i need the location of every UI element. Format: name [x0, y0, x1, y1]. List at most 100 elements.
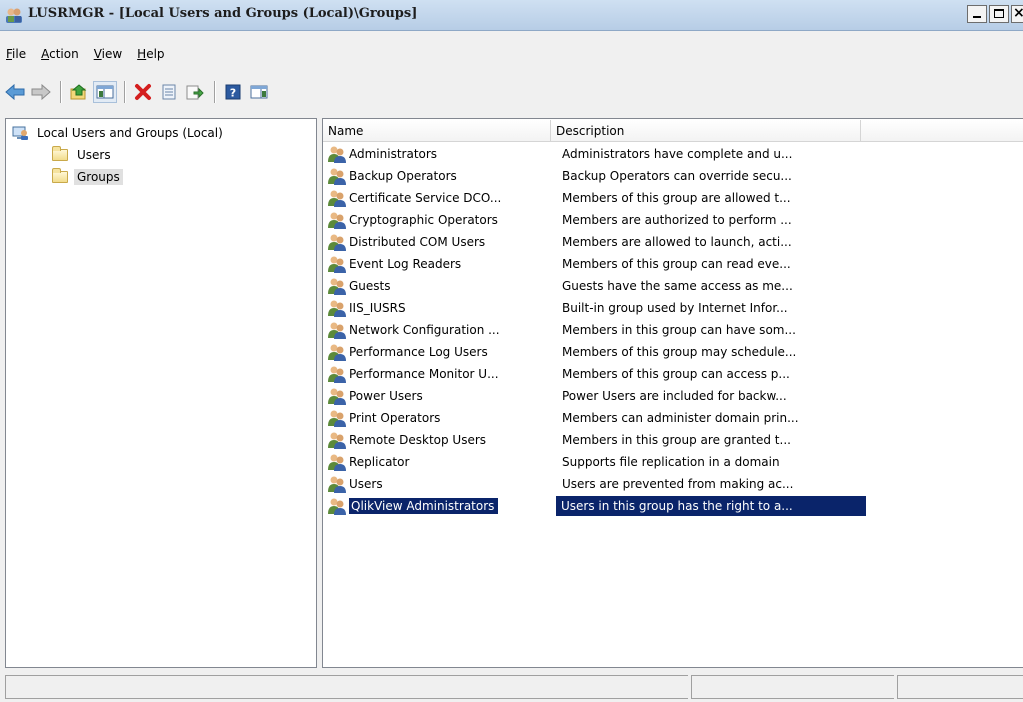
show-hide-console-tree-button[interactable] — [93, 81, 117, 103]
help-button[interactable]: ? — [221, 81, 245, 103]
list-item-description: Members of this group can read eve... — [562, 257, 791, 271]
list-item[interactable]: Network Configuration ... Members in thi… — [323, 319, 1023, 341]
folder-icon — [52, 146, 68, 161]
group-icon — [328, 454, 346, 471]
menu-view[interactable]: View — [88, 47, 131, 61]
group-icon — [328, 410, 346, 427]
list-item[interactable]: Remote Desktop Users Members in this gro… — [323, 429, 1023, 451]
column-header-empty[interactable] — [861, 120, 1023, 142]
list-item-description: Users in this group has the right to a..… — [556, 496, 866, 516]
list-item[interactable]: Replicator Supports file replication in … — [323, 451, 1023, 473]
list-item[interactable]: Administrators Administrators have compl… — [323, 143, 1023, 165]
list-item[interactable]: Users Users are prevented from making ac… — [323, 473, 1023, 495]
list-item[interactable]: Performance Monitor U... Members of this… — [323, 363, 1023, 385]
maximize-icon — [994, 9, 1004, 18]
properties-button[interactable] — [157, 81, 181, 103]
status-cell-3 — [897, 675, 1023, 699]
action-pane-icon — [250, 85, 268, 99]
group-icon — [328, 212, 346, 229]
show-hide-console-tree-icon — [96, 85, 114, 99]
list-item-name: Performance Monitor U... — [349, 367, 499, 381]
list-item[interactable]: Certificate Service DCO... Members of th… — [323, 187, 1023, 209]
list-item[interactable]: IIS_IUSRS Built-in group used by Interne… — [323, 297, 1023, 319]
menu-file-label: ile — [12, 47, 27, 61]
menu-view-label: iew — [101, 47, 123, 61]
column-header-name[interactable]: Name — [323, 120, 551, 142]
list-item[interactable]: Performance Log Users Members of this gr… — [323, 341, 1023, 363]
list-item-name: Users — [349, 477, 383, 491]
list-item-name: QlikView Administrators — [349, 498, 499, 514]
list-item-description: Backup Operators can override secu... — [562, 169, 792, 183]
column-header-description[interactable]: Description — [551, 120, 861, 142]
list-item-description: Members are allowed to launch, acti... — [562, 235, 792, 249]
properties-icon — [162, 84, 176, 100]
list-item-name-cell: Performance Monitor U... — [323, 365, 556, 383]
list-item[interactable]: QlikView Administrators Users in this gr… — [323, 495, 1023, 517]
list-item[interactable]: Event Log Readers Members of this group … — [323, 253, 1023, 275]
group-icon — [328, 498, 346, 515]
delete-button[interactable] — [131, 81, 155, 103]
toolbar-separator — [124, 81, 126, 103]
list-item-name-cell: Remote Desktop Users — [323, 431, 556, 449]
group-icon — [328, 256, 346, 273]
maximize-button[interactable] — [989, 5, 1009, 23]
tree-root-label: Local Users and Groups (Local) — [37, 126, 223, 140]
toolbar: ? — [0, 77, 1023, 107]
close-icon: × — [1013, 5, 1023, 21]
list-item-name-cell: Print Operators — [323, 409, 556, 427]
lusrmgr-window: LUSRMGR - [Local Users and Groups (Local… — [0, 0, 1023, 702]
list-item-name: Power Users — [349, 389, 423, 403]
list-item-description: Members in this group can have som... — [562, 323, 796, 337]
tree-item-users[interactable]: Users — [52, 145, 114, 165]
list-item-description: Members in this group are granted t... — [562, 433, 791, 447]
forward-button[interactable] — [29, 81, 53, 103]
forward-arrow-icon — [31, 84, 51, 100]
list-item[interactable]: Guests Guests have the same access as me… — [323, 275, 1023, 297]
window-title: LUSRMGR - [Local Users and Groups (Local… — [28, 6, 418, 21]
list-item-name-cell: Performance Log Users — [323, 343, 556, 361]
list-item-name-cell: Replicator — [323, 453, 556, 471]
export-list-button[interactable] — [183, 81, 207, 103]
menu-action[interactable]: Action — [35, 47, 88, 61]
close-button[interactable]: × — [1011, 5, 1023, 23]
minimize-button[interactable] — [967, 5, 987, 23]
list-item[interactable]: Backup Operators Backup Operators can ov… — [323, 165, 1023, 187]
list-item-name: IIS_IUSRS — [349, 301, 406, 315]
list-item-name: Guests — [349, 279, 391, 293]
up-one-level-button[interactable] — [67, 81, 91, 103]
title-bar[interactable]: LUSRMGR - [Local Users and Groups (Local… — [0, 0, 1023, 31]
list-item-name: Performance Log Users — [349, 345, 488, 359]
tree-root-local-users-and-groups[interactable]: Local Users and Groups (Local) — [12, 123, 226, 143]
list-item-name: Certificate Service DCO... — [349, 191, 502, 205]
console-tree[interactable]: Local Users and Groups (Local) Users Gro… — [5, 118, 317, 668]
list-item-name-cell: Event Log Readers — [323, 255, 556, 273]
back-button[interactable] — [3, 81, 27, 103]
group-icon — [328, 432, 346, 449]
group-icon — [328, 388, 346, 405]
group-icon — [328, 366, 346, 383]
caption-buttons: × — [965, 5, 1023, 25]
list-item[interactable]: Cryptographic Operators Members are auth… — [323, 209, 1023, 231]
list-item-name-cell: Power Users — [323, 387, 556, 405]
tree-item-groups[interactable]: Groups — [52, 167, 123, 187]
list-item-name-cell: Administrators — [323, 145, 556, 163]
menu-help[interactable]: Help — [131, 47, 173, 61]
list-item-name-cell: Network Configuration ... — [323, 321, 556, 339]
group-icon — [328, 322, 346, 339]
results-list[interactable]: Name Description Administrators Administ… — [322, 118, 1023, 668]
list-item-name-cell: QlikView Administrators — [323, 497, 556, 515]
list-item[interactable]: Power Users Power Users are included for… — [323, 385, 1023, 407]
list-item-name: Cryptographic Operators — [349, 213, 498, 227]
list-item[interactable]: Distributed COM Users Members are allowe… — [323, 231, 1023, 253]
list-item-description: Members can administer domain prin... — [562, 411, 799, 425]
status-bar — [5, 675, 1023, 699]
menu-file[interactable]: File — [0, 47, 35, 61]
list-item[interactable]: Print Operators Members can administer d… — [323, 407, 1023, 429]
list-item-description: Members of this group may schedule... — [562, 345, 797, 359]
show-hide-action-pane-button[interactable] — [247, 81, 271, 103]
list-item-description: Members are authorized to perform ... — [562, 213, 792, 227]
list-item-description: Users are prevented from making ac... — [562, 477, 794, 491]
status-cell-main — [5, 675, 688, 699]
list-item-description: Built-in group used by Internet Infor... — [562, 301, 788, 315]
list-item-description: Guests have the same access as me... — [562, 279, 793, 293]
